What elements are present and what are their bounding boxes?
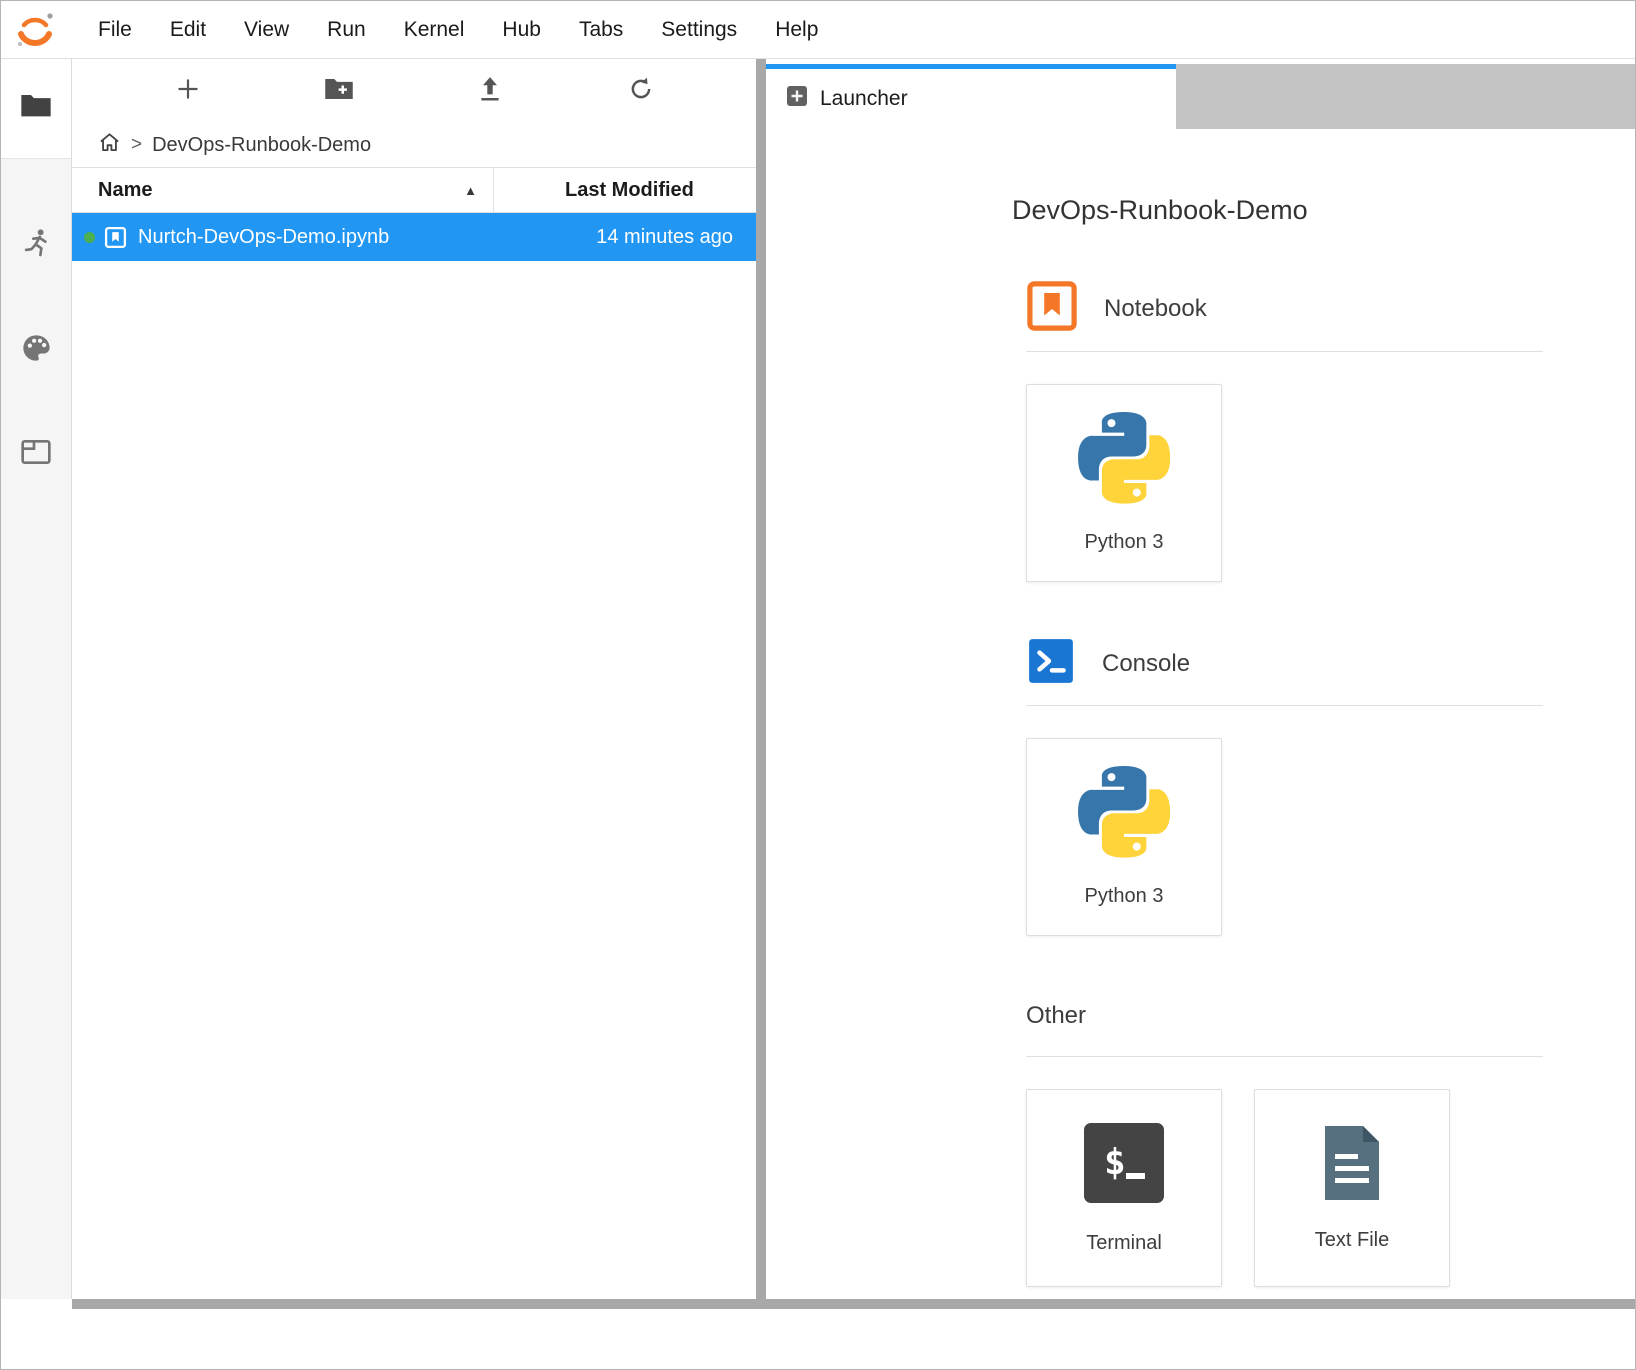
left-sidebar [1,59,72,1299]
card-terminal[interactable]: $ Terminal [1026,1089,1222,1287]
file-name: Nurtch-DevOps-Demo.ipynb [138,226,389,249]
section-header: Notebook [1026,280,1543,337]
file-listing-empty-area[interactable] [72,261,756,1299]
file-row[interactable]: Nurtch-DevOps-Demo.ipynb 14 minutes ago [72,213,756,261]
bottom-empty-space [1,1309,1635,1369]
listing-header: Name ▲ Last Modified [72,167,756,213]
column-header-name[interactable]: Name ▲ [72,168,494,212]
python-icon [1078,412,1170,509]
menu-item-hub[interactable]: Hub [483,1,560,59]
jupyterlab-window: File Edit View Run Kernel Hub Tabs Setti… [0,0,1636,1370]
new-folder-button[interactable] [322,74,356,108]
card-python3-console[interactable]: Python 3 [1026,738,1222,936]
sidebar-item-tabs[interactable] [20,437,52,472]
jupyter-logo-icon [13,8,57,52]
card-row: Python 3 [1026,738,1543,936]
kernel-running-dot [84,232,95,243]
notebook-icon [1026,280,1078,337]
section-label: Notebook [1104,295,1207,323]
terminal-icon: $ [1082,1121,1166,1210]
main-area: Launcher DevOps-Runbook-Demo [766,59,1635,1299]
launcher-title: DevOps-Runbook-Demo [1012,195,1543,226]
card-label: Text File [1315,1229,1389,1252]
home-icon[interactable] [98,131,121,159]
card-row: $ Terminal [1026,1089,1543,1287]
column-name-label: Name [98,179,152,202]
sidebar-item-palette[interactable] [20,332,52,369]
workspace: > DevOps-Runbook-Demo Name ▲ Last Modifi… [1,59,1635,1299]
panel-splitter[interactable] [756,59,766,1299]
section-label: Other [1026,1002,1086,1030]
tab-manager-icon [20,454,52,471]
refresh-button[interactable] [624,74,658,108]
menu-item-run[interactable]: Run [308,1,385,59]
card-row: Python 3 [1026,384,1543,582]
bottom-resize-bar[interactable] [72,1299,1635,1309]
tab-bar-empty [1176,64,1635,129]
breadcrumb-current[interactable]: DevOps-Runbook-Demo [152,134,371,157]
launcher-section-other: Other $ Terminal [1026,990,1543,1287]
menu-bar: File Edit View Run Kernel Hub Tabs Setti… [1,1,1635,59]
column-header-last-modified[interactable]: Last Modified [494,168,756,212]
breadcrumb-separator: > [131,134,142,156]
card-label: Terminal [1086,1232,1162,1255]
menu-item-kernel[interactable]: Kernel [385,1,484,59]
upload-icon [477,75,503,108]
plus-icon [175,76,201,107]
upload-button[interactable] [473,74,507,108]
tab-launcher[interactable]: Launcher [766,64,1176,129]
section-divider [1026,705,1543,706]
menu-item-tabs[interactable]: Tabs [560,1,642,59]
menu-item-view[interactable]: View [225,1,308,59]
console-icon [1026,636,1076,691]
svg-text:$: $ [1104,1142,1126,1183]
section-divider [1026,351,1543,352]
refresh-icon [628,76,654,107]
folder-icon [20,91,52,124]
python-icon [1078,766,1170,863]
menu-item-help[interactable]: Help [756,1,837,59]
launcher-section-notebook: Notebook [1026,280,1543,582]
card-label: Python 3 [1085,531,1164,554]
column-modified-label: Last Modified [565,179,694,202]
palette-icon [20,351,52,368]
tab-label: Launcher [820,87,908,111]
launcher-tab-icon [786,85,808,113]
section-divider [1026,1056,1543,1057]
file-modified: 14 minutes ago [494,226,756,249]
new-folder-icon [324,76,354,107]
tab-bar: Launcher [766,59,1635,129]
sidebar-item-running[interactable] [21,227,51,264]
file-browser-toolbar [72,59,756,123]
launcher-panel: DevOps-Runbook-Demo Notebook [766,129,1635,1299]
file-browser: > DevOps-Runbook-Demo Name ▲ Last Modifi… [72,59,756,1299]
breadcrumb: > DevOps-Runbook-Demo [72,123,756,167]
sort-ascending-icon: ▲ [464,183,477,198]
card-label: Python 3 [1085,885,1164,908]
menu-item-file[interactable]: File [79,1,151,59]
sidebar-item-files[interactable] [1,59,71,159]
new-launcher-button[interactable] [171,74,205,108]
card-python3-notebook[interactable]: Python 3 [1026,384,1222,582]
notebook-file-icon [104,226,127,249]
section-header: Console [1026,636,1543,691]
card-text-file[interactable]: Text File [1254,1089,1450,1287]
section-header: Other [1026,990,1543,1042]
running-man-icon [21,246,51,263]
menu-item-settings[interactable]: Settings [642,1,756,59]
launcher-section-console: Console [1026,636,1543,936]
text-file-icon [1321,1124,1383,1207]
menu-item-edit[interactable]: Edit [151,1,225,59]
section-label: Console [1102,650,1190,678]
